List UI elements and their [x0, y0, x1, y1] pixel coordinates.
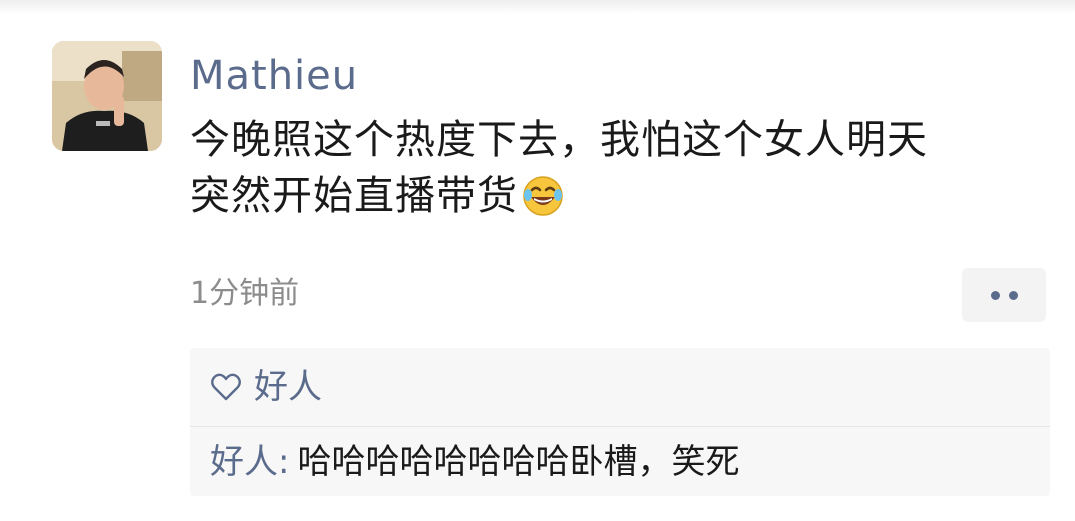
comment-separator: : — [278, 442, 290, 482]
post-text: 今晚照这个热度下去，我怕这个女人明天 突然开始直播带货 — [190, 112, 1050, 224]
interaction-panel: 好人 好人: 哈哈哈哈哈哈哈哈卧槽，笑死 — [190, 348, 1050, 496]
avatar[interactable] — [52, 41, 162, 151]
dot-icon — [990, 290, 1000, 300]
post-text-line: 突然开始直播带货 — [190, 173, 518, 219]
comment-author[interactable]: 好人 — [210, 442, 278, 482]
more-actions-button[interactable] — [962, 268, 1046, 322]
moments-post: Mathieu 今晚照这个热度下去，我怕这个女人明天 突然开始直播带货 1分钟前… — [0, 0, 1075, 521]
post-text-line-with-emoji: 突然开始直播带货 — [190, 168, 1050, 224]
post-content: Mathieu 今晚照这个热度下去，我怕这个女人明天 突然开始直播带货 — [190, 44, 1050, 224]
likes-row: 好人 — [210, 362, 322, 412]
like-user-name[interactable]: 好人 — [254, 362, 322, 412]
comment-item[interactable]: 好人: 哈哈哈哈哈哈哈哈卧槽，笑死 — [210, 436, 739, 488]
post-timestamp: 1分钟前 — [190, 276, 300, 311]
laughing-tears-emoji-icon — [522, 175, 564, 217]
heart-icon — [211, 373, 241, 401]
divider — [190, 426, 1050, 427]
post-username[interactable]: Mathieu — [190, 44, 1050, 108]
avatar-photo — [52, 41, 162, 151]
comment-text: 哈哈哈哈哈哈哈哈卧槽，笑死 — [297, 442, 740, 482]
dot-icon — [1008, 290, 1018, 300]
top-shadow — [0, 0, 1075, 14]
post-text-line: 今晚照这个热度下去，我怕这个女人明天 — [190, 117, 928, 163]
